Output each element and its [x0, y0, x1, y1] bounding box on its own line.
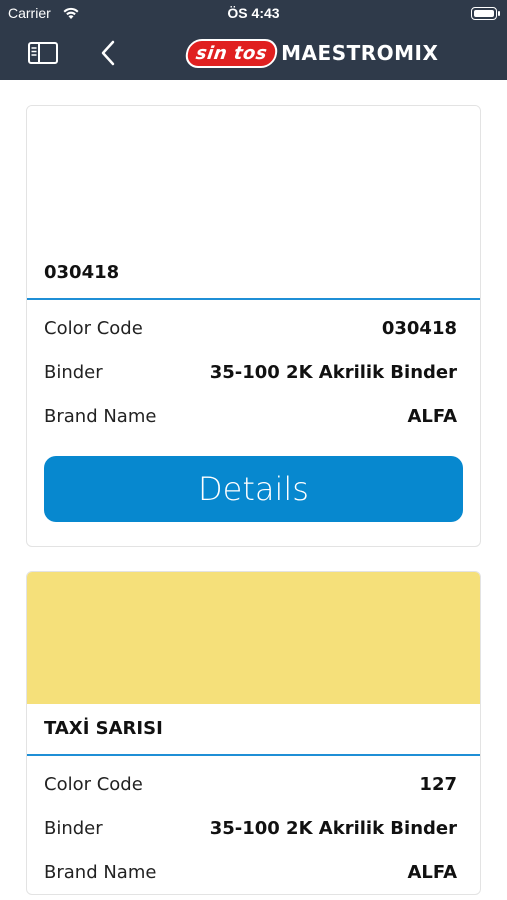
color-code-row: Color Code 127	[27, 762, 480, 806]
nav-bar: sin tos MAESTROMIX	[0, 28, 507, 80]
card-title: TAXİ SARISI	[27, 704, 480, 756]
binder-row: Binder 35-100 2K Akrilik Binder	[27, 350, 480, 394]
brand-name-value: ALFA	[407, 405, 457, 427]
binder-label: Binder	[44, 817, 103, 839]
color-code-label: Color Code	[44, 773, 143, 795]
card-title: 030418	[27, 248, 480, 300]
binder-row: Binder 35-100 2K Akrilik Binder	[27, 806, 480, 850]
color-code-value: 127	[419, 773, 457, 795]
brand-name-value: ALFA	[407, 861, 457, 883]
color-code-value: 030418	[381, 317, 457, 339]
status-time: ÖS 4:43	[227, 5, 280, 21]
battery-icon	[471, 7, 500, 20]
brand-name-row: Brand Name ALFA	[27, 394, 480, 438]
logo-text: MAESTROMIX	[281, 41, 439, 65]
color-card: 030418 Color Code 030418 Binder 35-100 2…	[26, 105, 481, 547]
color-card: TAXİ SARISI Color Code 127 Binder 35-100…	[26, 571, 481, 895]
binder-value: 35-100 2K Akrilik Binder	[209, 817, 457, 839]
logo-badge: sin tos	[183, 38, 280, 68]
color-code-row: Color Code 030418	[27, 306, 480, 350]
color-swatch	[27, 106, 480, 248]
brand-name-row: Brand Name ALFA	[27, 850, 480, 894]
binder-label: Binder	[44, 361, 103, 383]
brand-name-label: Brand Name	[44, 405, 157, 427]
sidebar-icon[interactable]	[28, 42, 58, 64]
results-list[interactable]: 030418 Color Code 030418 Binder 35-100 2…	[0, 80, 507, 900]
back-icon[interactable]	[100, 40, 116, 66]
status-bar: Carrier ÖS 4:43	[0, 0, 507, 28]
color-swatch	[27, 572, 480, 704]
app-logo: sin tos MAESTROMIX	[183, 36, 439, 70]
binder-value: 35-100 2K Akrilik Binder	[209, 361, 457, 383]
details-button[interactable]: Details	[44, 456, 463, 522]
color-code-label: Color Code	[44, 317, 143, 339]
brand-name-label: Brand Name	[44, 861, 157, 883]
